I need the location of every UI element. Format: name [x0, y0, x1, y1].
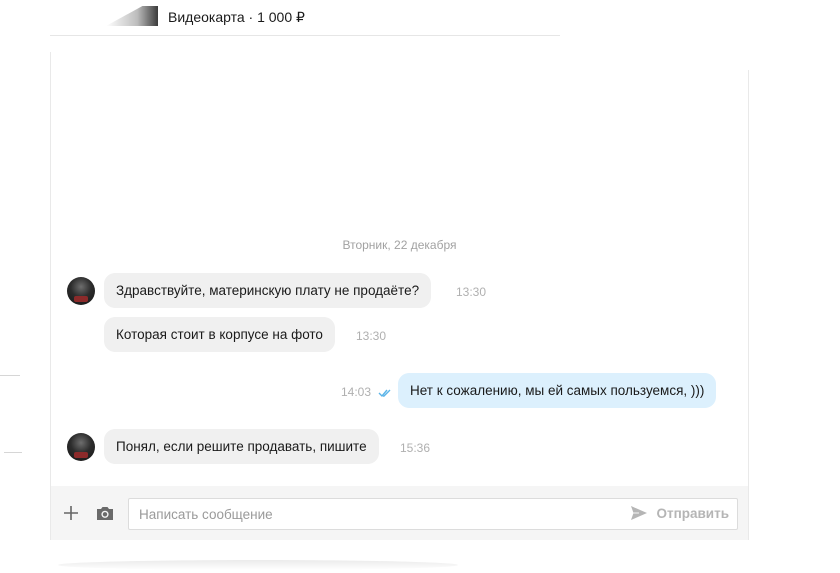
message-time: 13:30	[356, 329, 387, 343]
edge-divider	[4, 452, 22, 453]
message-input[interactable]	[137, 499, 611, 529]
message-text: Которая стоит в корпусе на фото	[116, 327, 323, 342]
listing-thumbnail[interactable]	[106, 6, 158, 26]
message-bubble-incoming: Здравствуйте, материнскую плату не прода…	[104, 273, 432, 308]
message-input-box[interactable]: Отправить	[128, 498, 738, 530]
avatar[interactable]	[67, 277, 95, 305]
camera-icon[interactable]	[96, 505, 114, 521]
panel-edge	[748, 52, 749, 70]
avatar[interactable]	[67, 433, 95, 461]
message-time: 15:36	[400, 441, 431, 455]
chat-panel: Вторник, 22 декабря Здравствуйте, матери…	[50, 52, 749, 540]
panel-shadow	[58, 560, 458, 570]
listing-title[interactable]: Видеокарта · 1 000 ₽	[168, 9, 305, 26]
double-check-icon	[378, 389, 391, 398]
message-bubble-outgoing: Нет к сожалению, мы ей самых пользуемся,…	[398, 373, 717, 408]
send-button[interactable]: Отправить	[630, 499, 729, 527]
edge-divider	[0, 375, 20, 376]
listing-header[interactable]: Видеокарта · 1 000 ₽	[50, 0, 560, 36]
message-time: 14:03	[341, 385, 372, 399]
message-bubble-incoming: Понял, если решите продавать, пишите	[104, 429, 379, 464]
date-separator: Вторник, 22 декабря	[342, 238, 457, 252]
message-text: Нет к сожалению, мы ей самых пользуемся,…	[410, 383, 705, 398]
message-text: Понял, если решите продавать, пишите	[116, 439, 367, 454]
message-composer: Отправить	[50, 486, 749, 540]
send-label: Отправить	[656, 505, 729, 521]
message-time: 13:30	[456, 285, 487, 299]
message-text: Здравствуйте, материнскую плату не прода…	[116, 283, 420, 298]
send-icon	[631, 506, 648, 520]
message-bubble-incoming: Которая стоит в корпусе на фото	[104, 317, 335, 352]
plus-icon[interactable]	[63, 505, 79, 521]
